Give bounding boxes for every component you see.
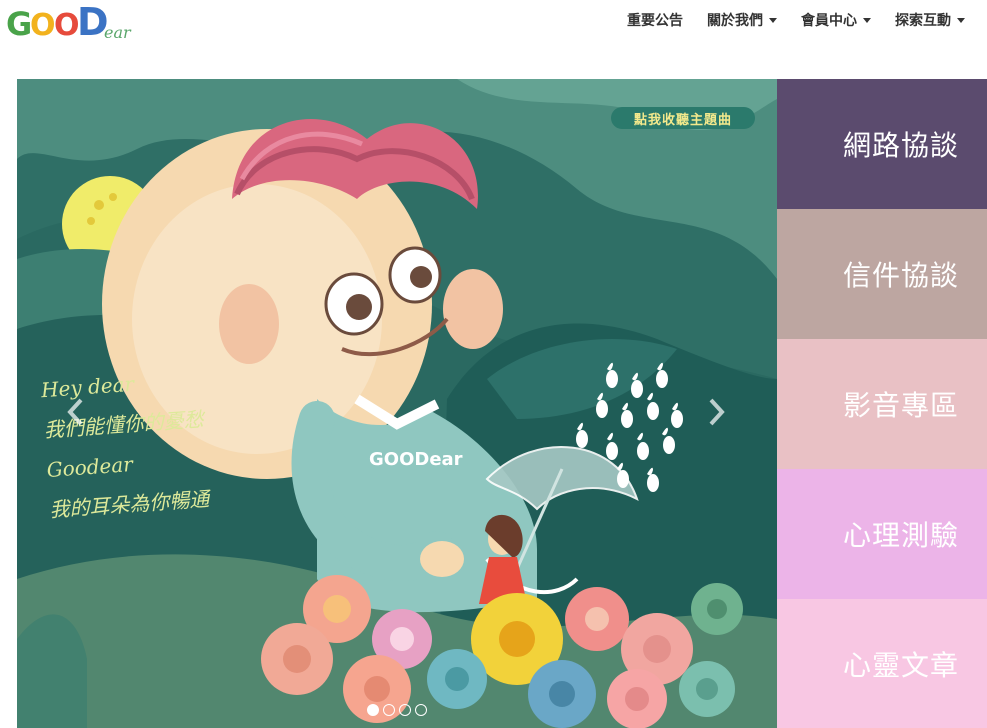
svg-text:O: O [30, 8, 56, 43]
slider-next-button[interactable] [705, 397, 727, 427]
side-item-letter-counseling[interactable]: 信件協談 [777, 209, 987, 339]
theme-song-button[interactable]: 點我收聽主題曲 [611, 107, 755, 129]
chevron-down-icon [957, 17, 965, 23]
nav-member-center-label: 會員中心 [801, 13, 857, 29]
nav-explore[interactable]: 探索互動 [883, 10, 977, 30]
side-item-label: 心理測驗 [842, 519, 959, 552]
nav-about-us[interactable]: 關於我們 [695, 10, 789, 30]
nav-about-us-label: 關於我們 [707, 13, 763, 29]
side-item-label: 心靈文章 [842, 649, 959, 682]
chevron-left-icon [67, 398, 83, 426]
side-item-articles[interactable]: 心靈文章 [777, 599, 987, 728]
goodear-logo[interactable]: G O O D ear [4, 0, 140, 44]
side-menu: 網路協談 信件協談 影音專區 心理測驗 心靈文章 [777, 79, 987, 728]
nav-announcements[interactable]: 重要公告 [615, 10, 695, 30]
chevron-right-icon [709, 398, 725, 426]
slider-pagination [367, 704, 427, 716]
slider-dot-3[interactable] [399, 704, 411, 716]
side-item-label: 影音專區 [842, 389, 959, 422]
chevron-down-icon [769, 17, 777, 23]
nav-explore-label: 探索互動 [895, 13, 951, 29]
svg-text:O: O [54, 8, 80, 43]
slider-dot-1[interactable] [367, 704, 379, 716]
nav-announcements-label: 重要公告 [627, 13, 683, 29]
side-item-psych-test[interactable]: 心理測驗 [777, 469, 987, 599]
slider-prev-button[interactable] [65, 397, 87, 427]
side-item-video-zone[interactable]: 影音專區 [777, 339, 987, 469]
side-item-online-counseling[interactable]: 網路協談 [777, 79, 987, 209]
slider-dot-2[interactable] [383, 704, 395, 716]
nav-member-center[interactable]: 會員中心 [789, 10, 883, 30]
hero-slider: GOODear 點我收聽主題曲 Hey dear 我們能懂你的憂愁 Goodea… [17, 79, 777, 728]
chevron-down-icon [863, 17, 871, 23]
side-item-label: 網路協談 [842, 129, 959, 162]
svg-text:GOODear: GOODear [369, 449, 463, 470]
handwriting-message: Hey dear 我們能懂你的憂愁 Goodear 我的耳朵為你暢通 [40, 352, 311, 530]
slider-dot-4[interactable] [415, 704, 427, 716]
main-nav: 重要公告 關於我們 會員中心 探索互動 [615, 10, 977, 30]
svg-text:G: G [6, 5, 32, 43]
side-item-label: 信件協談 [842, 259, 959, 292]
svg-text:ear: ear [104, 23, 132, 42]
